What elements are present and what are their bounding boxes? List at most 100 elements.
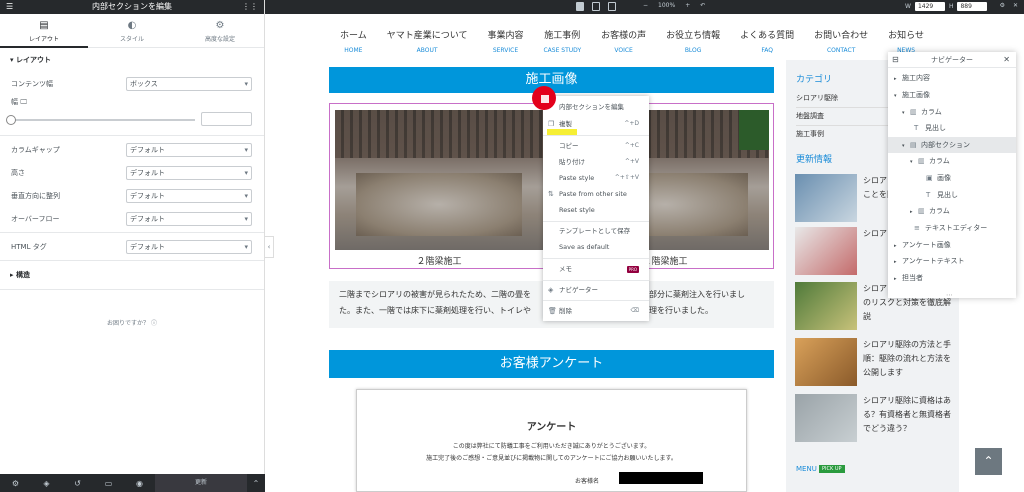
device-switcher (576, 2, 616, 11)
navigator-header[interactable]: ⊟ ナビゲーター ✕ (888, 52, 1016, 68)
menu-separator (543, 221, 649, 222)
post-item[interactable]: シロアリ駆除の方法と手順：駆除の流れと方法を公開します (795, 338, 953, 388)
chevron-up-icon[interactable]: ⌃ (247, 479, 265, 488)
navigator-item[interactable]: ▸ 担当者 (888, 270, 1016, 286)
navigator-item[interactable]: ▸ 施工内容 (888, 70, 1016, 86)
desktop-device-icon[interactable] (576, 2, 584, 11)
category-link[interactable]: シロアリ駆除 (796, 93, 838, 103)
navigator-item[interactable]: ▸ ▥ カラム (888, 203, 1016, 219)
menu-item-memo[interactable]: メモ PRO (543, 262, 649, 276)
navigator-item[interactable]: T 見出し (888, 187, 1016, 203)
navigator-item[interactable]: T 見出し (888, 120, 1016, 136)
category-link[interactable]: 地盤調査 (796, 111, 824, 121)
panel-collapse-toggle[interactable]: ‹ (265, 236, 274, 258)
menu-item-save-default[interactable]: Save as default (543, 240, 649, 254)
close-icon[interactable]: ✕ (1013, 2, 1018, 9)
nav-case-study[interactable]: 施工事例 CASE STUDY (543, 28, 581, 54)
resize-handle-icon[interactable]: ⋯ (946, 291, 953, 299)
menu-item-paste-style[interactable]: Paste style ^+⇧+V (543, 171, 649, 185)
navigator-item[interactable]: ▾ ▥ カラム (888, 104, 1016, 120)
construction-photo[interactable] (335, 110, 543, 250)
layers-icon[interactable]: ◈ (31, 479, 62, 488)
expand-arrow-icon[interactable]: ▾ (902, 138, 910, 154)
menu-item-paste[interactable]: 貼り付け ^+V (543, 155, 649, 169)
menu-item-navigator[interactable]: ◈ ナビゲーター (543, 283, 649, 297)
history-icon[interactable]: ↺ (62, 479, 93, 488)
section-structure-toggle[interactable]: ▸ 構造 (0, 263, 264, 287)
navigator-item[interactable]: ▣ 画像 (888, 170, 1016, 186)
preview-eye-icon[interactable]: ◉ (124, 479, 155, 488)
expand-arrow-icon[interactable]: ▸ (894, 238, 902, 254)
responsive-icon[interactable]: ▭ (93, 479, 124, 488)
width-control-label-row: 幅 🖵 (0, 95, 264, 109)
zoom-in-icon[interactable]: + (685, 2, 690, 9)
nav-voice[interactable]: お客様の声 VOICE (601, 28, 646, 54)
help-link[interactable]: お困りですか？ ⓘ (0, 318, 264, 327)
height-select[interactable]: デフォルト (126, 165, 252, 180)
menu-item-copy[interactable]: コピー ^+C (543, 139, 649, 153)
navigator-item-active[interactable]: ▾ ▤ 内部セクション (888, 137, 1016, 153)
expand-arrow-icon[interactable]: ▾ (902, 105, 910, 121)
nav-about[interactable]: ヤマト産業について ABOUT (387, 28, 468, 54)
nav-service[interactable]: 事業内容 SERVICE (487, 28, 523, 54)
overflow-select[interactable]: デフォルト (126, 211, 252, 226)
survey-title: アンケート (526, 422, 577, 433)
menu-item-save-template[interactable]: テンプレートとして保存 (543, 224, 649, 238)
update-button[interactable]: 更新 (155, 474, 247, 492)
vertical-align-select[interactable]: デフォルト (126, 188, 252, 203)
expand-arrow-icon[interactable]: ▸ (894, 71, 902, 87)
nav-blog[interactable]: お役立ち情報 BLOG (666, 28, 720, 54)
tablet-device-icon[interactable] (592, 2, 600, 11)
tab-advanced[interactable]: ⚙ 高度な設定 (176, 14, 264, 47)
width-slider-track[interactable] (11, 119, 195, 121)
expand-arrow-icon[interactable]: ▾ (894, 88, 902, 104)
navigator-item[interactable]: ≡ テキストエディター (888, 220, 1016, 236)
scroll-to-top-button[interactable]: ⌃ (975, 448, 1002, 475)
category-link[interactable]: 施工事例 (796, 129, 824, 139)
survey-name-label: お客様名 (575, 478, 600, 485)
desktop-icon[interactable]: 🖵 (20, 98, 27, 106)
expand-arrow-icon[interactable]: ▸ (894, 271, 902, 287)
settings-icon[interactable]: ⚙ (0, 479, 31, 488)
navigator-item[interactable]: ▾ ▥ カラム (888, 153, 1016, 169)
tab-layout[interactable]: ▤ レイアウト (0, 14, 88, 48)
settings-icon[interactable]: ⚙ (1000, 2, 1005, 9)
expand-arrow-icon[interactable]: ▸ (894, 254, 902, 270)
shortcut-label: ^+C (624, 142, 639, 149)
post-item[interactable]: シロアリ駆除に資格はある？有資格者と無資格者でどう違う？ (795, 394, 953, 444)
undo-icon[interactable]: ↶ (700, 2, 705, 9)
menu-item-paste-other-site[interactable]: ⇅ Paste from other site (543, 187, 649, 201)
section-layout-toggle[interactable]: ▾ レイアウト (0, 48, 264, 72)
tab-style[interactable]: ◐ スタイル (88, 14, 176, 47)
navigator-toggle-icon[interactable]: ⊟ (892, 52, 899, 68)
nav-news[interactable]: お知らせ NEWS (888, 28, 924, 54)
expand-arrow-icon[interactable]: ▸ (910, 204, 918, 220)
navigator-item[interactable]: ▸ アンケートテキスト (888, 253, 1016, 269)
html-tag-select[interactable]: デフォルト (126, 239, 252, 254)
menu-item-edit[interactable]: 内部セクションを編集 (543, 100, 649, 114)
hamburger-menu-icon[interactable]: ☰ (6, 0, 13, 14)
content-width-select[interactable]: ボックス (126, 76, 252, 91)
mobile-device-icon[interactable] (608, 2, 616, 11)
nav-contact[interactable]: お問い合わせ CONTACT (814, 28, 868, 54)
nav-home[interactable]: ホーム HOME (340, 28, 367, 54)
width-slider-handle[interactable] (6, 115, 16, 125)
widgets-grid-icon[interactable]: ⋮⋮ (242, 0, 258, 14)
expand-arrow-icon[interactable]: ▾ (910, 154, 918, 170)
zoom-out-icon[interactable]: − (643, 2, 648, 9)
width-number-input[interactable] (201, 112, 252, 126)
edit-handle-icon[interactable] (541, 95, 549, 103)
width-dim-input[interactable]: 1429 (914, 2, 945, 11)
column-gap-select[interactable]: デフォルト (126, 142, 252, 157)
divider (0, 232, 264, 233)
close-icon[interactable]: ✕ (1003, 52, 1010, 68)
navigator-item-label: アンケートテキスト (902, 257, 965, 265)
nav-faq[interactable]: よくある質問 FAQ (740, 28, 794, 54)
menu-item-reset-style[interactable]: Reset style (543, 203, 649, 217)
menu-item-delete[interactable]: 🗑 削除 ⌫ (543, 304, 649, 318)
navigator-item[interactable]: ▾ 施工画像 (888, 87, 1016, 103)
height-dim-input[interactable]: 889 (957, 2, 988, 11)
navigator-item[interactable]: ▸ アンケート画像 (888, 237, 1016, 253)
survey-image[interactable]: アンケート この度は弊社にて防蟻工事をご利用いただき誠にありがとうございます。 … (356, 389, 747, 492)
chevron-left-icon: ‹ (267, 243, 271, 251)
